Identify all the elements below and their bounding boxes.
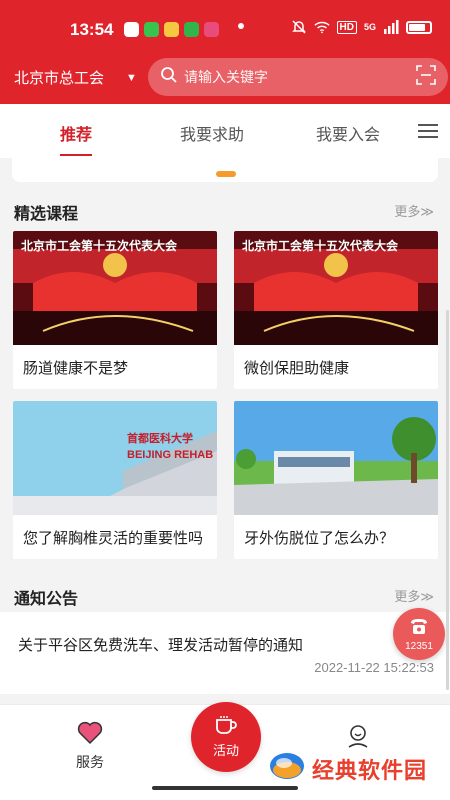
nav-activity-label: 活动	[212, 743, 239, 758]
course-title: 牙外伤脱位了怎么办？	[244, 530, 395, 547]
course-title: 微创保胆助健康	[244, 360, 350, 377]
app-notification-icon	[184, 22, 199, 37]
profile-icon	[345, 723, 371, 752]
scan-icon[interactable]	[416, 64, 436, 90]
course-thumbnail: 北京市工会第十五次代表大会	[13, 231, 217, 345]
hotline-number: 12351	[405, 640, 433, 652]
notice-section-title: 通知公告	[14, 591, 79, 608]
hd-badge: HD	[336, 20, 357, 34]
system-status-icons: HD 5G	[291, 19, 432, 35]
notice-more-link[interactable]: 更多≫	[394, 586, 434, 605]
course-title: 肠道健康不是梦	[23, 360, 129, 377]
region-label: 北京市总工会	[14, 70, 105, 87]
tab-recommend[interactable]: 推荐	[60, 121, 92, 145]
thumbnail-caption: 首都医科大学 BEIJING REHAB	[127, 433, 214, 461]
signal-label: 5G	[363, 22, 376, 32]
search-input[interactable]: 请输入关键字	[184, 67, 416, 87]
top-header: 13:54 HD 5G 北京市总工会 ▼ 请输入关键字	[0, 0, 450, 104]
coffee-cup-icon	[214, 715, 238, 738]
thumbnail-caption: 北京市工会第十五次代表大会	[21, 239, 178, 253]
app-notification-icon	[144, 22, 159, 37]
nav-service-label: 服务	[76, 754, 104, 770]
menu-list-icon[interactable]	[418, 124, 438, 140]
wifi-icon	[313, 19, 330, 35]
region-selector[interactable]: 北京市总工会 ▼	[14, 67, 137, 88]
tab-join-union[interactable]: 我要入会	[316, 121, 380, 145]
nav-profile[interactable]	[345, 723, 371, 752]
tab-seek-help[interactable]: 我要求助	[180, 121, 244, 145]
heart-icon	[77, 721, 103, 748]
search-icon	[160, 66, 178, 89]
more-notifications-icon	[238, 23, 244, 29]
app-notification-icon	[124, 22, 139, 37]
status-bar: 13:54 HD 5G	[0, 0, 450, 56]
course-title: 您了解胸椎灵活的重要性吗	[23, 530, 204, 547]
courses-section-title: 精选课程	[14, 206, 79, 223]
caret-down-icon: ▼	[126, 71, 137, 84]
course-card[interactable]: 首都医科大学 BEIJING REHAB 您了解胸椎灵活的重要性吗	[13, 401, 217, 559]
course-card[interactable]: 牙外伤脱位了怎么办？	[234, 401, 438, 559]
watermark-text: 经典软件园	[312, 757, 428, 783]
nav-activity-button[interactable]: 活动	[191, 702, 261, 772]
watermark-logo-icon	[268, 750, 306, 787]
course-thumbnail: 首都医科大学 BEIJING REHAB	[13, 401, 217, 515]
status-app-icons	[124, 22, 219, 37]
scrollbar[interactable]	[446, 310, 449, 690]
phone-icon	[409, 617, 429, 640]
course-card[interactable]: 北京市工会第十五次代表大会 肠道健康不是梦	[13, 231, 217, 389]
banner-carousel[interactable]	[12, 158, 438, 182]
notice-date: 2022-11-22 15:22:53	[314, 660, 434, 675]
notice-item[interactable]: 关于平谷区免费洗车、理发活动暂停的通知 2022-11-22 15:22:53	[0, 612, 450, 694]
app-notification-icon	[164, 22, 179, 37]
carousel-indicator	[216, 171, 236, 177]
battery-icon	[406, 20, 432, 34]
status-time: 13:54	[70, 20, 114, 39]
signal-icon	[383, 19, 399, 35]
hotline-button[interactable]: 12351	[393, 608, 445, 660]
watermark: 经典软件园	[268, 750, 427, 787]
search-bar[interactable]: 请输入关键字	[148, 58, 448, 96]
notice-title: 关于平谷区免费洗车、理发活动暂停的通知	[18, 637, 304, 654]
course-card[interactable]: 北京市工会第十五次代表大会 微创保胆助健康	[234, 231, 438, 389]
app-notification-icon	[204, 22, 219, 37]
category-tabs: 推荐 我要求助 我要入会	[0, 104, 450, 158]
course-thumbnail	[234, 401, 438, 515]
mute-icon	[291, 19, 307, 35]
courses-more-link[interactable]: 更多≫	[394, 201, 434, 220]
nav-service[interactable]: 服务	[76, 721, 104, 772]
thumbnail-caption: 北京市工会第十五次代表大会	[242, 239, 399, 253]
home-indicator[interactable]	[152, 786, 298, 790]
course-thumbnail: 北京市工会第十五次代表大会	[234, 231, 438, 345]
active-tab-indicator	[60, 154, 92, 156]
